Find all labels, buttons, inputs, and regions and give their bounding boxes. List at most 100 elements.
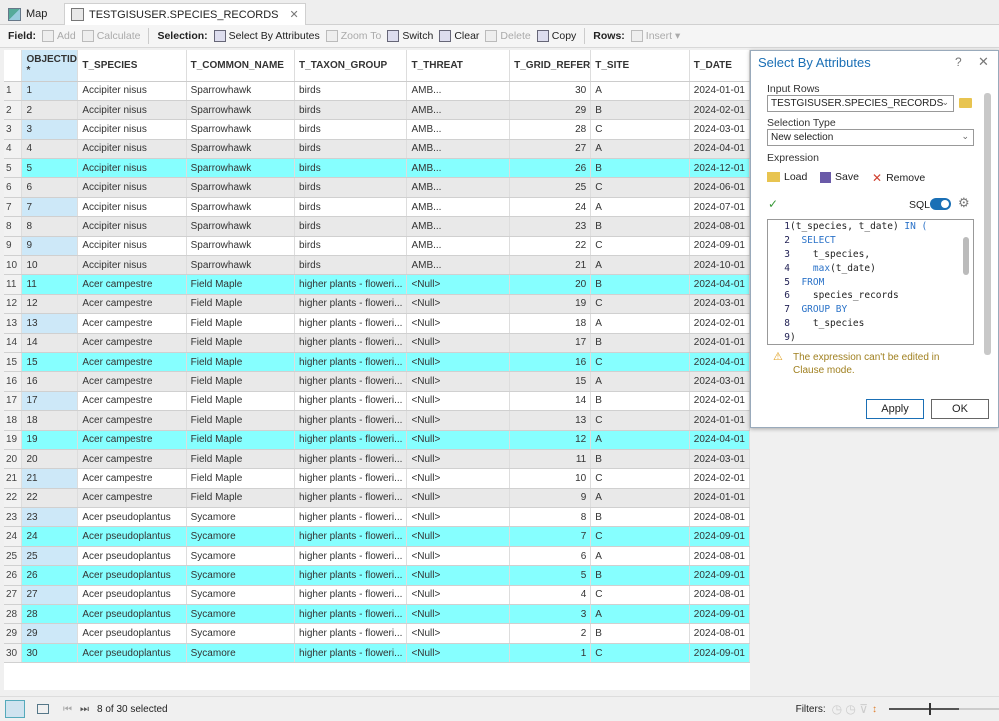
cell-objectid[interactable]: 7 [21,197,79,218]
cell-tsite[interactable]: C [590,585,690,606]
cell-objectid[interactable]: 28 [21,604,79,625]
table-row[interactable]: 2 2 Accipiter nisus Sparrowhawk birds AMB... 2… [4,100,750,121]
cell-tcommonname[interactable]: Field Maple [186,430,296,450]
cell-tdate[interactable]: 2024-08-01 [689,546,750,567]
row-number[interactable]: 19 [4,430,23,450]
row-number[interactable]: 11 [4,274,23,295]
cell-tthreat[interactable]: AMB... [406,81,511,101]
cell-tgridrefer[interactable]: 28 [509,119,592,140]
cell-tcommonname[interactable]: Field Maple [186,371,296,392]
cell-tthreat[interactable]: AMB... [406,236,511,257]
cell-tthreat[interactable]: <Null> [406,507,511,528]
switch-button[interactable]: Switch [387,30,433,42]
cell-tgridrefer[interactable]: 5 [509,565,592,586]
cell-ttaxongroup[interactable]: higher plants - floweri... [294,294,408,315]
cell-tcommonname[interactable]: Sycamore [186,585,296,606]
cell-tspecies[interactable]: Accipiter nisus [77,236,187,257]
row-number[interactable]: 28 [4,604,23,625]
table-row[interactable]: 24 24 Acer pseudoplantus Sycamore higher pla… [4,526,750,547]
cell-objectid[interactable]: 19 [21,430,79,450]
cell-objectid[interactable]: 8 [21,216,79,237]
cell-tcommonname[interactable]: Field Maple [186,294,296,315]
cell-tspecies[interactable]: Acer campestre [77,391,187,412]
cell-tthreat[interactable]: <Null> [406,468,511,489]
cell-tspecies[interactable]: Acer campestre [77,449,187,470]
column-header-tdate[interactable]: T_DATE [689,50,750,82]
time-filter-icon[interactable]: ◷ ◷ ⊽ [832,702,868,716]
cell-tsite[interactable]: C [590,119,690,140]
cell-tdate[interactable]: 2024-03-01 [689,449,750,470]
calculate-button[interactable]: Calculate [81,30,140,42]
cell-tspecies[interactable]: Acer pseudoplantus [77,623,187,644]
cell-ttaxongroup[interactable]: higher plants - floweri... [294,623,408,644]
row-number[interactable]: 30 [4,643,23,664]
cell-tsite[interactable]: B [590,216,690,237]
column-header-tcommonname[interactable]: T_COMMON_NAME [186,50,296,82]
cell-tcommonname[interactable]: Sparrowhawk [186,236,296,257]
cell-tgridrefer[interactable]: 18 [509,313,592,334]
cell-tthreat[interactable]: <Null> [406,643,511,664]
cell-tdate[interactable]: 2024-02-01 [689,468,750,489]
cell-tgridrefer[interactable]: 11 [509,449,592,470]
cell-objectid[interactable]: 16 [21,371,79,392]
cell-tthreat[interactable]: <Null> [406,546,511,567]
table-row[interactable]: 6 6 Accipiter nisus Sparrowhawk birds AMB... 2… [4,177,750,198]
cell-tspecies[interactable]: Accipiter nisus [77,100,187,121]
table-row[interactable]: 12 12 Acer campestre Field Maple higher plan… [4,294,750,315]
cell-tspecies[interactable]: Acer pseudoplantus [77,585,187,606]
apply-button[interactable]: Apply [866,399,924,419]
cell-objectid[interactable]: 21 [21,468,79,489]
cell-objectid[interactable]: 12 [21,294,79,315]
row-number[interactable]: 18 [4,410,23,431]
cell-tsite[interactable]: C [590,643,690,664]
cell-tgridrefer[interactable]: 6 [509,546,592,567]
cell-ttaxongroup[interactable]: higher plants - floweri... [294,352,408,373]
table-row[interactable]: 21 21 Acer campestre Field Maple higher plan… [4,468,750,489]
cell-ttaxongroup[interactable]: higher plants - floweri... [294,371,408,392]
show-selected-records-button[interactable] [37,704,49,714]
cell-tspecies[interactable]: Accipiter nisus [77,177,187,198]
cell-objectid[interactable]: 18 [21,410,79,431]
cell-ttaxongroup[interactable]: higher plants - floweri... [294,526,408,547]
cell-tsite[interactable]: B [590,274,690,295]
table-row[interactable]: 16 16 Acer campestre Field Maple higher plan… [4,371,750,392]
cell-tthreat[interactable]: <Null> [406,391,511,412]
cell-tspecies[interactable]: Acer campestre [77,468,187,489]
table-row[interactable]: 20 20 Acer campestre Field Maple higher plan… [4,449,750,470]
cell-tgridrefer[interactable]: 3 [509,604,592,625]
cell-tgridrefer[interactable]: 8 [509,507,592,528]
row-number[interactable]: 17 [4,391,23,412]
cell-tthreat[interactable]: <Null> [406,565,511,586]
cell-objectid[interactable]: 11 [21,274,79,295]
cell-tdate[interactable]: 2024-08-01 [689,585,750,606]
row-number[interactable]: 27 [4,585,23,606]
insert-button[interactable]: Insert ▾ [630,30,680,42]
ok-button[interactable]: OK [931,399,989,419]
table-row[interactable]: 17 17 Acer campestre Field Maple higher plan… [4,391,750,412]
cell-ttaxongroup[interactable]: higher plants - floweri... [294,391,408,412]
next-record-icon[interactable]: ⏭ [80,704,89,715]
cell-tspecies[interactable]: Acer campestre [77,333,187,353]
cell-tgridrefer[interactable]: 15 [509,371,592,392]
cell-tgridrefer[interactable]: 4 [509,585,592,606]
table-row[interactable]: 28 28 Acer pseudoplantus Sycamore higher pla… [4,604,750,625]
cell-tdate[interactable]: 2024-09-01 [689,526,750,547]
cell-tgridrefer[interactable]: 7 [509,526,592,547]
cell-tdate[interactable]: 2024-08-01 [689,216,750,237]
cell-tdate[interactable]: 2024-01-01 [689,81,750,101]
cell-tthreat[interactable]: <Null> [406,313,511,334]
cell-tsite[interactable]: C [590,294,690,315]
cell-tsite[interactable]: B [590,333,690,353]
cell-tsite[interactable]: B [590,449,690,470]
cell-tsite[interactable]: B [590,391,690,412]
cell-tdate[interactable]: 2024-04-01 [689,274,750,295]
cell-tcommonname[interactable]: Field Maple [186,391,296,412]
cell-tthreat[interactable]: <Null> [406,294,511,315]
cell-objectid[interactable]: 17 [21,391,79,412]
cell-tcommonname[interactable]: Sparrowhawk [186,158,296,179]
table-row[interactable]: 10 10 Accipiter nisus Sparrowhawk birds AMB..… [4,255,750,276]
cell-objectid[interactable]: 4 [21,139,79,160]
cell-tcommonname[interactable]: Sycamore [186,643,296,664]
cell-objectid[interactable]: 9 [21,236,79,257]
cell-tcommonname[interactable]: Field Maple [186,468,296,489]
